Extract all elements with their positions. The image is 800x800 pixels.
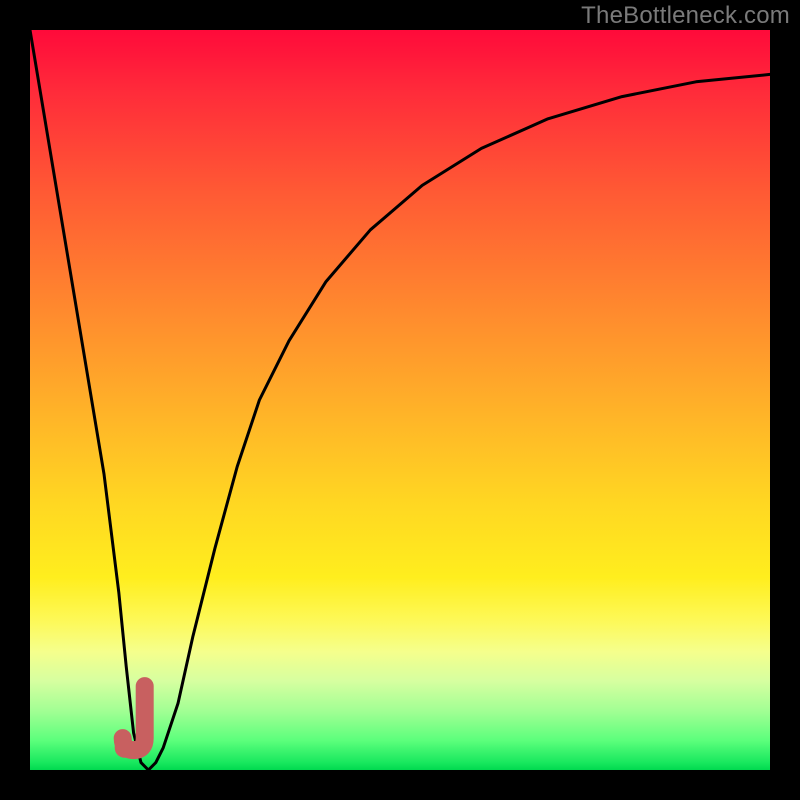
j-marker-dot-icon bbox=[115, 738, 135, 758]
plot-area bbox=[30, 30, 770, 770]
optimal-marker-layer bbox=[30, 30, 770, 770]
watermark-text: TheBottleneck.com bbox=[581, 2, 790, 30]
chart-canvas: TheBottleneck.com bbox=[0, 0, 800, 800]
